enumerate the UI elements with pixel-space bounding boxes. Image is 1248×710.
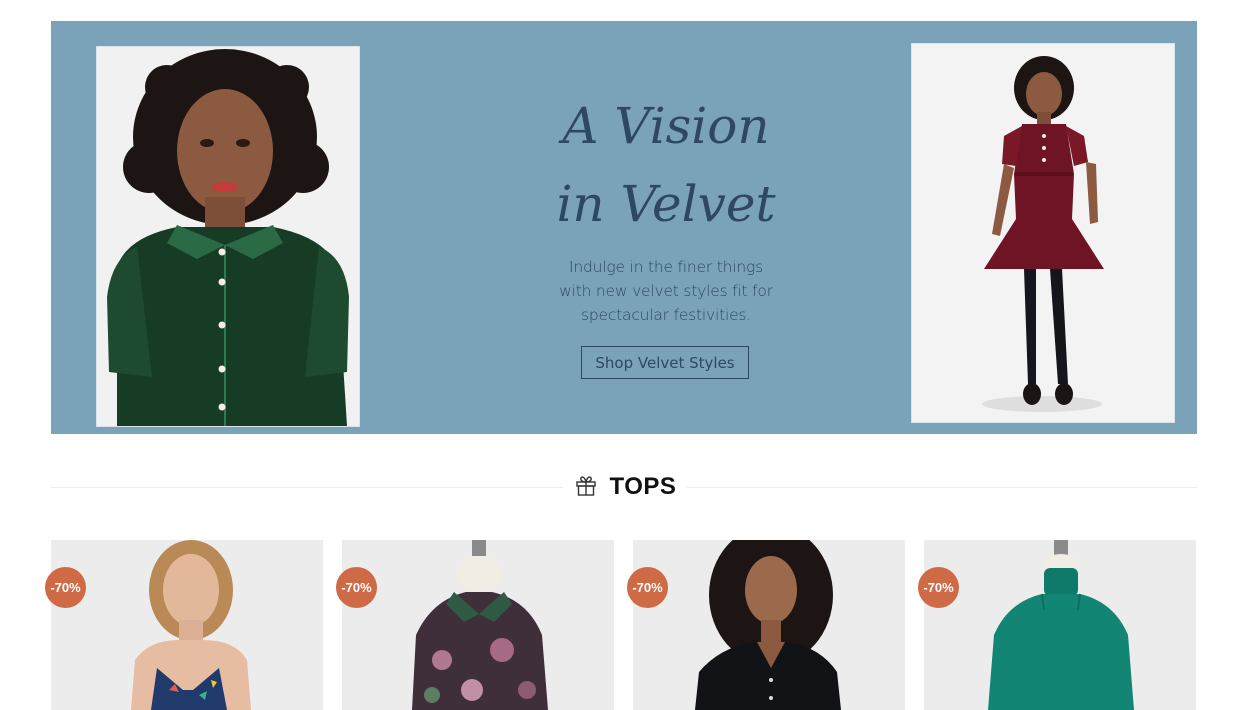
- discount-badge: -70%: [336, 567, 377, 608]
- section-title: TOPS: [609, 473, 677, 500]
- product-image: [342, 540, 614, 710]
- banner-headline-line2: in Velvet: [556, 175, 776, 233]
- model-photo-red-velvet-dress[interactable]: [911, 43, 1175, 423]
- product-card[interactable]: [633, 540, 905, 710]
- product-image: [924, 540, 1196, 710]
- banner-description-line: with new velvet styles fit for: [559, 282, 773, 300]
- shop-velvet-styles-button[interactable]: Shop Velvet Styles: [581, 346, 749, 379]
- product-card[interactable]: [924, 540, 1196, 710]
- product-card[interactable]: [51, 540, 323, 710]
- discount-badge: -70%: [918, 567, 959, 608]
- discount-badge: -70%: [45, 567, 86, 608]
- banner-description-line: Indulge in the finer things: [569, 258, 763, 276]
- product-image: [633, 540, 905, 710]
- product-image: [51, 540, 323, 710]
- banner-headline-line1: A Vision: [562, 97, 770, 155]
- hero-banner[interactable]: A Vision in Velvet Indulge in the finer …: [51, 21, 1197, 434]
- banner-description-line: spectacular festivities.: [580, 306, 752, 324]
- gift-icon: [574, 473, 598, 502]
- banner-description: Indulge in the finer things with new vel…: [526, 255, 806, 327]
- model-photo-green-velvet[interactable]: [96, 46, 360, 427]
- product-card[interactable]: [342, 540, 614, 710]
- discount-badge: -70%: [627, 567, 668, 608]
- section-header-tops: TOPS: [563, 470, 687, 504]
